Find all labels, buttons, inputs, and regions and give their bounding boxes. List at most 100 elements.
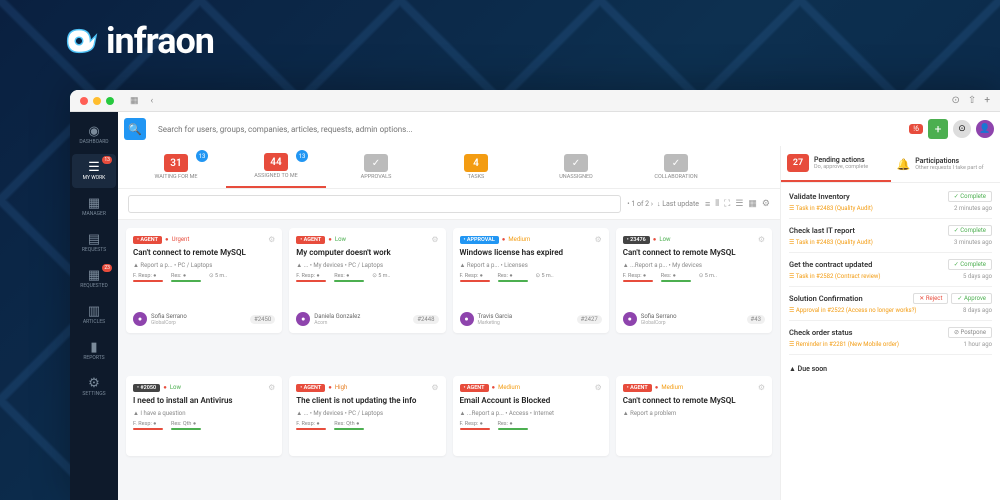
request-card[interactable]: • AGENT ● Low⚙My computer doesn't work▲ … — [289, 228, 445, 333]
priority-label: Medium — [498, 384, 520, 391]
check-icon: ✓ — [364, 154, 388, 172]
complete-button[interactable]: ✓ Complete — [948, 191, 992, 202]
action-time: 5 days ago — [963, 273, 992, 280]
sidebar-item-settings[interactable]: ⚙SETTINGS — [72, 370, 116, 404]
part-sub: Other requests I take part of — [915, 165, 983, 171]
sidebar-item-manager[interactable]: ▦MANAGER — [72, 190, 116, 224]
tab-assigned-to-me[interactable]: 44ASSIGNED TO ME13 — [226, 146, 326, 188]
clock-icon[interactable]: ⊙ — [952, 95, 960, 106]
complete-button[interactable]: ✓ Complete — [948, 225, 992, 236]
card-title: Can't connect to remote MySQL — [133, 248, 275, 258]
tab-waiting-for-me[interactable]: 31WAITING FOR ME13 — [126, 146, 226, 188]
list-icon[interactable]: ☰ — [735, 199, 743, 210]
complete-button[interactable]: ✓ Complete — [948, 259, 992, 270]
sidebar-item-requests[interactable]: ▤REQUESTS — [72, 226, 116, 260]
user-name: Sofia Serrano — [151, 313, 187, 320]
gear-icon[interactable]: ⚙ — [268, 383, 275, 392]
user-org: GlobalCorp — [151, 320, 187, 326]
gear-icon[interactable]: ⚙ — [762, 199, 770, 210]
layout-icon[interactable]: ▦ — [127, 95, 142, 107]
add-button[interactable]: + — [928, 119, 948, 139]
request-card[interactable]: • AGENT ● High⚙The client is not updatin… — [289, 376, 445, 456]
request-card[interactable]: • AGENT ● Medium⚙Can't connect to remote… — [616, 376, 772, 456]
search-icon[interactable]: 🔍 — [124, 118, 146, 140]
request-card[interactable]: • AGENT ● Medium⚙Email Account is Blocke… — [453, 376, 609, 456]
search-input[interactable] — [152, 118, 903, 140]
toggle-button[interactable]: ⊙ — [953, 120, 971, 138]
gear-icon[interactable]: ⚙ — [268, 235, 275, 244]
resp-label: F. Resp: ● — [460, 273, 490, 279]
action-meta[interactable]: ☰ Task in #2582 (Contract review) — [789, 273, 881, 280]
user-name: Daniela Gonzalez — [314, 313, 360, 320]
gear-icon[interactable]: ⚙ — [431, 383, 438, 392]
gear-icon[interactable]: ⚙ — [758, 235, 765, 244]
pager[interactable]: • 1 of 2 › — [627, 200, 653, 208]
action-title: Check order status — [789, 328, 853, 337]
max-dot[interactable] — [106, 97, 114, 105]
time-label: ⊙ 5 m.. — [372, 273, 390, 282]
action-meta[interactable]: ☰ Task in #2483 (Quality Audit) — [789, 205, 873, 212]
tab-participations[interactable]: 🔔 Participations Other requests I take p… — [891, 146, 1000, 182]
check-icon: ✓ — [664, 154, 688, 172]
request-card[interactable]: • APPROVAL ● Medium⚙Windows license has … — [453, 228, 609, 333]
titlebar: ▦ ‹ ⊙ ⇧ + — [70, 90, 1000, 112]
tab-approvals[interactable]: ✓APPROVALS — [326, 146, 426, 188]
request-card[interactable]: • 23476 ● Low⚙Can't connect to remote My… — [616, 228, 772, 333]
tab-pending[interactable]: 27 Pending actions Do, approve, complete — [781, 146, 891, 182]
share-icon[interactable]: ⇧ — [968, 95, 976, 106]
filter-icon[interactable]: ≡ — [705, 199, 710, 210]
group-icon[interactable]: ⫴ — [715, 199, 719, 210]
avatar[interactable]: 👤 — [976, 120, 994, 138]
gear-icon[interactable]: ⚙ — [758, 383, 765, 392]
nav-icon: ▥ — [88, 305, 100, 318]
tab-unassigned[interactable]: ✓UNASSIGNED — [526, 146, 626, 188]
gear-icon[interactable]: ⚙ — [431, 235, 438, 244]
request-card[interactable]: • AGENT ● Urgent⚙Can't connect to remote… — [126, 228, 282, 333]
back-icon[interactable]: ‹ — [148, 95, 157, 107]
action-meta[interactable]: ☰ Approval in #2522 (Access no longer wo… — [789, 307, 917, 314]
time-label: ⊙ 5 m.. — [699, 273, 717, 282]
nav-label: MY WORK — [83, 175, 106, 181]
grid-icon[interactable]: ▦ — [748, 199, 757, 210]
expand-icon[interactable]: ⛶ — [724, 199, 730, 210]
tab-label: COLLABORATION — [654, 174, 697, 180]
side-panel: 27 Pending actions Do, approve, complete… — [780, 146, 1000, 500]
sort-label[interactable]: ↓ Last update — [657, 200, 699, 208]
action-item: Validate Inventory✓ Complete☰ Task in #2… — [789, 191, 992, 219]
res-label: Res: ● — [171, 273, 201, 279]
res-label: Res: ● — [661, 273, 691, 279]
plus-icon[interactable]: + — [984, 95, 990, 106]
filter-input[interactable] — [128, 195, 621, 213]
work-tabs: 31WAITING FOR ME1344ASSIGNED TO ME13✓APP… — [118, 146, 780, 189]
sidebar-item-reports[interactable]: ▮REPORTS — [72, 334, 116, 368]
approve-button[interactable]: ✓ Approve — [951, 293, 992, 304]
priority-label: Medium — [508, 236, 530, 243]
status-dot: ● — [163, 384, 167, 391]
gear-icon[interactable]: ⚙ — [595, 383, 602, 392]
sidebar-item-requested[interactable]: ▦REQUESTED23 — [72, 262, 116, 296]
action-meta[interactable]: ☰ Task in #2483 (Quality Audit) — [789, 239, 873, 246]
tab-tasks[interactable]: 4TASKS — [426, 146, 526, 188]
postpone-button[interactable]: ⊘ Postpone — [948, 327, 992, 338]
sidebar-item-articles[interactable]: ▥ARTICLES — [72, 298, 116, 332]
request-card[interactable]: • #2050 ● Low⚙I need to install an Antiv… — [126, 376, 282, 456]
card-meta: ▲ Report a problem — [623, 410, 765, 417]
bell-icon: 🔔 — [897, 158, 911, 171]
card-meta: ▲ ... • My devices • PC / Laptops — [296, 262, 438, 269]
user-name: Travis Garcia — [478, 313, 513, 320]
close-dot[interactable] — [80, 97, 88, 105]
reject-button[interactable]: ✕ Reject — [913, 293, 948, 304]
sidebar-item-dashboard[interactable]: ◉DASHBOARD — [72, 118, 116, 152]
nav-label: DASHBOARD — [79, 139, 108, 145]
priority-label: Low — [170, 384, 181, 391]
action-meta[interactable]: ☰ Reminder in #2281 (New Mobile order) — [789, 341, 899, 348]
tab-count: 44 — [264, 153, 288, 171]
tab-collaboration[interactable]: ✓ COLLABORATION — [626, 146, 726, 188]
card-tag: • AGENT — [623, 384, 652, 392]
gear-icon[interactable]: ⚙ — [595, 235, 602, 244]
notif-badge[interactable]: !6 — [909, 124, 923, 134]
sidebar-item-my-work[interactable]: ☰MY WORK13 — [72, 154, 116, 188]
app-window: ▦ ‹ ⊙ ⇧ + ◉DASHBOARD☰MY WORK13▦MANAGER▤R… — [70, 90, 1000, 500]
min-dot[interactable] — [93, 97, 101, 105]
part-title: Participations — [915, 157, 983, 165]
